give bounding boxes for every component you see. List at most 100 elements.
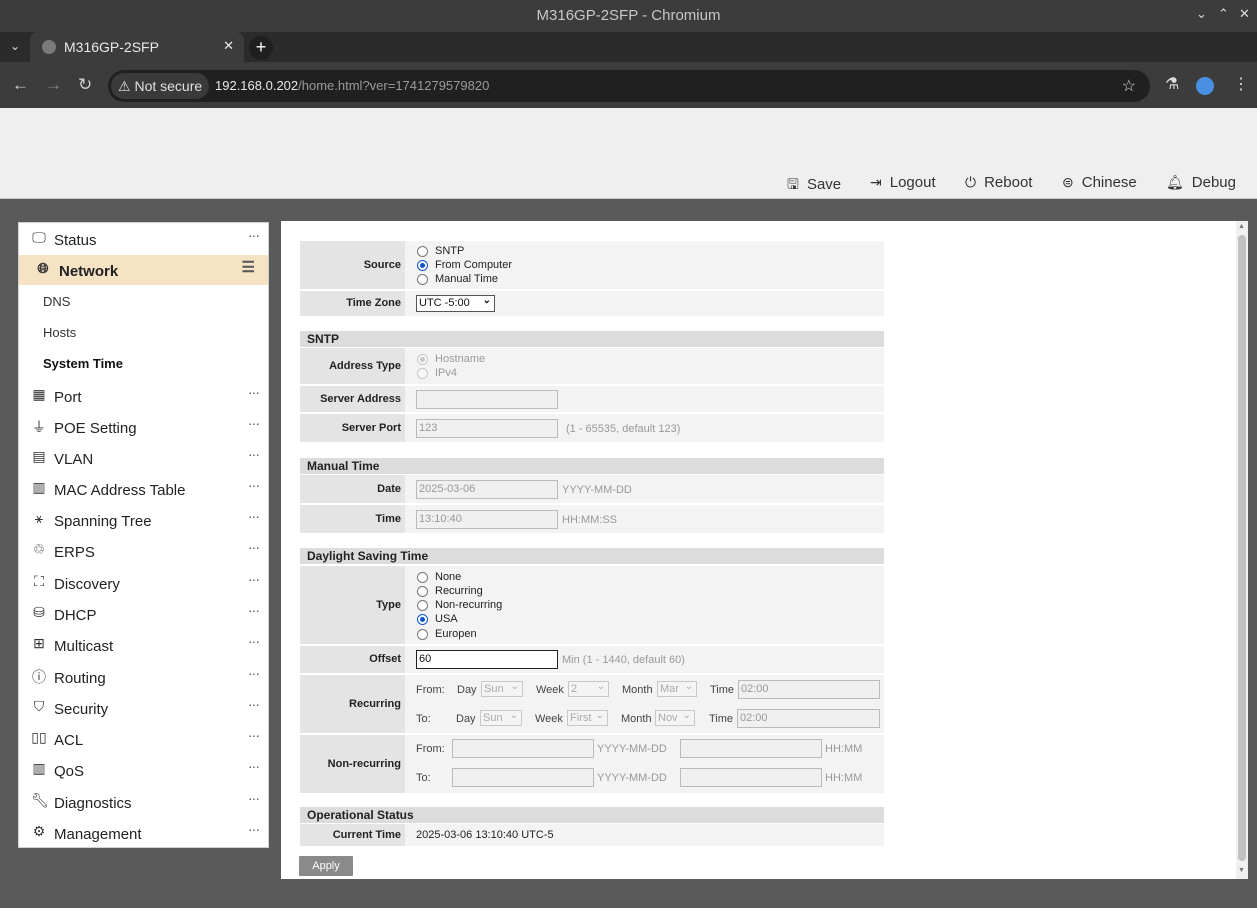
source-from-computer-radio[interactable] bbox=[417, 260, 428, 271]
profile-avatar-icon[interactable] bbox=[1196, 77, 1214, 95]
dst-type-recurring-label: Recurring bbox=[435, 585, 483, 597]
recurring-from-week-select[interactable]: 2 bbox=[568, 680, 609, 697]
sidebar-item-dhcp[interactable]: ⛁ DHCP ··· bbox=[19, 599, 268, 629]
sidebar-item-erps[interactable]: ♲ ERPS ··· bbox=[19, 536, 268, 566]
time-zone-select[interactable]: UTC -5:00 bbox=[416, 294, 495, 312]
sidebar-item-status[interactable]: 🖵 Status ··· bbox=[19, 224, 268, 254]
address-type-ipv4-label: IPv4 bbox=[435, 367, 458, 379]
sidebar-item-vlan[interactable]: ▤ VLAN ··· bbox=[19, 443, 268, 473]
more-icon[interactable]: ··· bbox=[248, 477, 260, 493]
sidebar-item-qos[interactable]: ▥ QoS ··· bbox=[19, 755, 268, 785]
hamburger-icon[interactable]: ☰ bbox=[242, 258, 255, 276]
non-recurring-from-date-input[interactable] bbox=[452, 739, 594, 758]
more-icon[interactable]: ··· bbox=[248, 227, 260, 243]
dst-type-non-recurring-radio[interactable] bbox=[417, 600, 428, 611]
sidebar-item-port[interactable]: ▦ Port ··· bbox=[19, 381, 268, 411]
sidebar-item-acl[interactable]: ▯▯ ACL ··· bbox=[19, 724, 268, 754]
dst-type-label: Type bbox=[300, 566, 405, 644]
sidebar-item-management[interactable]: ⚙ Management ··· bbox=[19, 818, 268, 848]
more-icon[interactable]: ··· bbox=[248, 571, 260, 587]
source-sntp-radio[interactable] bbox=[417, 246, 428, 257]
sidebar-item-routing[interactable]: ⓘ Routing ··· bbox=[19, 662, 268, 692]
debug-button[interactable]: 🔔︎ Debug bbox=[1166, 174, 1236, 191]
non-recurring-to-date-input[interactable] bbox=[452, 768, 594, 787]
close-window-icon[interactable]: ✕ bbox=[1239, 6, 1250, 22]
non-recurring-to-time-input[interactable] bbox=[680, 768, 822, 787]
browser-tab[interactable]: M316GP-2SFP ✕ bbox=[30, 32, 244, 62]
recurring-to-week-select[interactable]: First bbox=[567, 709, 608, 726]
non-recurring-from-time-input[interactable] bbox=[680, 739, 822, 758]
more-icon[interactable]: ··· bbox=[248, 758, 260, 774]
more-icon[interactable]: ··· bbox=[248, 446, 260, 462]
server-port-input[interactable]: 123 bbox=[416, 419, 558, 438]
language-icon: ⊜ bbox=[1062, 174, 1074, 190]
minimize-icon[interactable]: ⌄ bbox=[1196, 6, 1207, 22]
recurring-from-day-select[interactable]: Sun bbox=[481, 680, 523, 697]
sidebar-subitem-hosts[interactable]: Hosts bbox=[43, 325, 76, 340]
sidebar-item-network[interactable]: 🌐︎ Network ☰ bbox=[19, 255, 268, 285]
logout-button[interactable]: ⇥ Logout bbox=[870, 174, 936, 191]
dst-type-europen-radio[interactable] bbox=[417, 629, 428, 640]
time-input[interactable]: 13:10:40 bbox=[416, 510, 558, 529]
recurring-from-month-select[interactable]: Mar bbox=[657, 680, 697, 697]
sidebar-item-label: VLAN bbox=[54, 451, 94, 468]
sidebar-item-poe-setting[interactable]: ⏚ POE Setting ··· bbox=[19, 412, 268, 442]
more-icon[interactable]: ··· bbox=[248, 633, 260, 649]
sidebar-item-security[interactable]: ⛉ Security ··· bbox=[19, 693, 268, 723]
content-scrollbar[interactable]: ▲ ▼ bbox=[1236, 221, 1248, 879]
address-bar[interactable]: ⚠ Not secure 192.168.0.202/home.html?ver… bbox=[108, 70, 1150, 102]
dst-type-none-radio[interactable] bbox=[417, 572, 428, 583]
dst-type-recurring-radio[interactable] bbox=[417, 586, 428, 597]
sidebar-subitem-system-time[interactable]: System Time bbox=[43, 356, 123, 371]
sidebar-item-label: POE Setting bbox=[54, 420, 137, 437]
recurring-to-day-select[interactable]: Sun bbox=[480, 709, 522, 726]
more-icon[interactable]: ··· bbox=[248, 821, 260, 837]
tab-close-icon[interactable]: ✕ bbox=[223, 38, 234, 54]
bookmark-star-icon[interactable]: ☆ bbox=[1122, 76, 1136, 96]
reload-icon[interactable]: ↻ bbox=[78, 75, 92, 95]
security-chip[interactable]: ⚠ Not secure bbox=[111, 73, 210, 99]
sidebar-item-label: Status bbox=[54, 232, 97, 249]
more-icon[interactable]: ··· bbox=[248, 384, 260, 400]
chinese-button[interactable]: ⊜ Chinese bbox=[1062, 174, 1137, 191]
more-icon[interactable]: ··· bbox=[248, 727, 260, 743]
url-text[interactable]: 192.168.0.202/home.html?ver=174127957982… bbox=[215, 78, 489, 93]
source-manual-time-radio[interactable] bbox=[417, 274, 428, 285]
sidebar-item-multicast[interactable]: ⊞ Multicast ··· bbox=[19, 630, 268, 660]
maximize-icon[interactable]: ⌃ bbox=[1218, 6, 1229, 22]
more-icon[interactable]: ··· bbox=[248, 602, 260, 618]
sidebar-item-spanning-tree[interactable]: ⚹ Spanning Tree ··· bbox=[19, 505, 268, 535]
date-input[interactable]: 2025-03-06 bbox=[416, 480, 558, 499]
scroll-up-icon[interactable]: ▲ bbox=[1238, 223, 1245, 230]
monitor-icon: 🖵 bbox=[32, 229, 46, 245]
sidebar-item-discovery[interactable]: ⛶ Discovery ··· bbox=[19, 568, 268, 598]
reboot-button[interactable]: ⏻ Reboot bbox=[965, 174, 1032, 191]
menu-kebab-icon[interactable]: ⋮ bbox=[1233, 74, 1249, 94]
sidebar-subitem-dns[interactable]: DNS bbox=[43, 294, 70, 309]
more-icon[interactable]: ··· bbox=[248, 696, 260, 712]
tab-list-icon[interactable]: ⌄ bbox=[10, 39, 20, 53]
sidebar-item-diagnostics[interactable]: 🔧︎ Diagnostics ··· bbox=[19, 787, 268, 817]
scrollbar-thumb[interactable] bbox=[1238, 235, 1246, 861]
apply-button[interactable]: Apply bbox=[299, 856, 353, 876]
save-button[interactable]: 🖫 Save bbox=[787, 174, 841, 198]
recurring-from-time-input[interactable]: 02:00 bbox=[738, 680, 880, 699]
address-type-ipv4-radio[interactable] bbox=[417, 368, 428, 379]
more-icon[interactable]: ··· bbox=[248, 508, 260, 524]
recurring-to-month-select[interactable]: Nov bbox=[655, 709, 695, 726]
dst-type-usa-radio[interactable] bbox=[417, 614, 428, 625]
forward-icon[interactable]: → bbox=[45, 75, 62, 95]
address-type-hostname-radio[interactable] bbox=[417, 354, 428, 365]
labs-flask-icon[interactable]: ⚗ bbox=[1165, 74, 1179, 94]
more-icon[interactable]: ··· bbox=[248, 415, 260, 431]
scroll-down-icon[interactable]: ▼ bbox=[1238, 867, 1245, 874]
more-icon[interactable]: ··· bbox=[248, 790, 260, 806]
new-tab-button[interactable]: + bbox=[249, 36, 273, 60]
server-address-input[interactable] bbox=[416, 390, 558, 409]
recurring-to-time-input[interactable]: 02:00 bbox=[737, 709, 880, 728]
more-icon[interactable]: ··· bbox=[248, 665, 260, 681]
offset-input[interactable]: 60 bbox=[416, 650, 558, 669]
back-icon[interactable]: ← bbox=[12, 75, 29, 95]
sidebar-item-mac-address-table[interactable]: ▥ MAC Address Table ··· bbox=[19, 474, 268, 504]
more-icon[interactable]: ··· bbox=[248, 539, 260, 555]
